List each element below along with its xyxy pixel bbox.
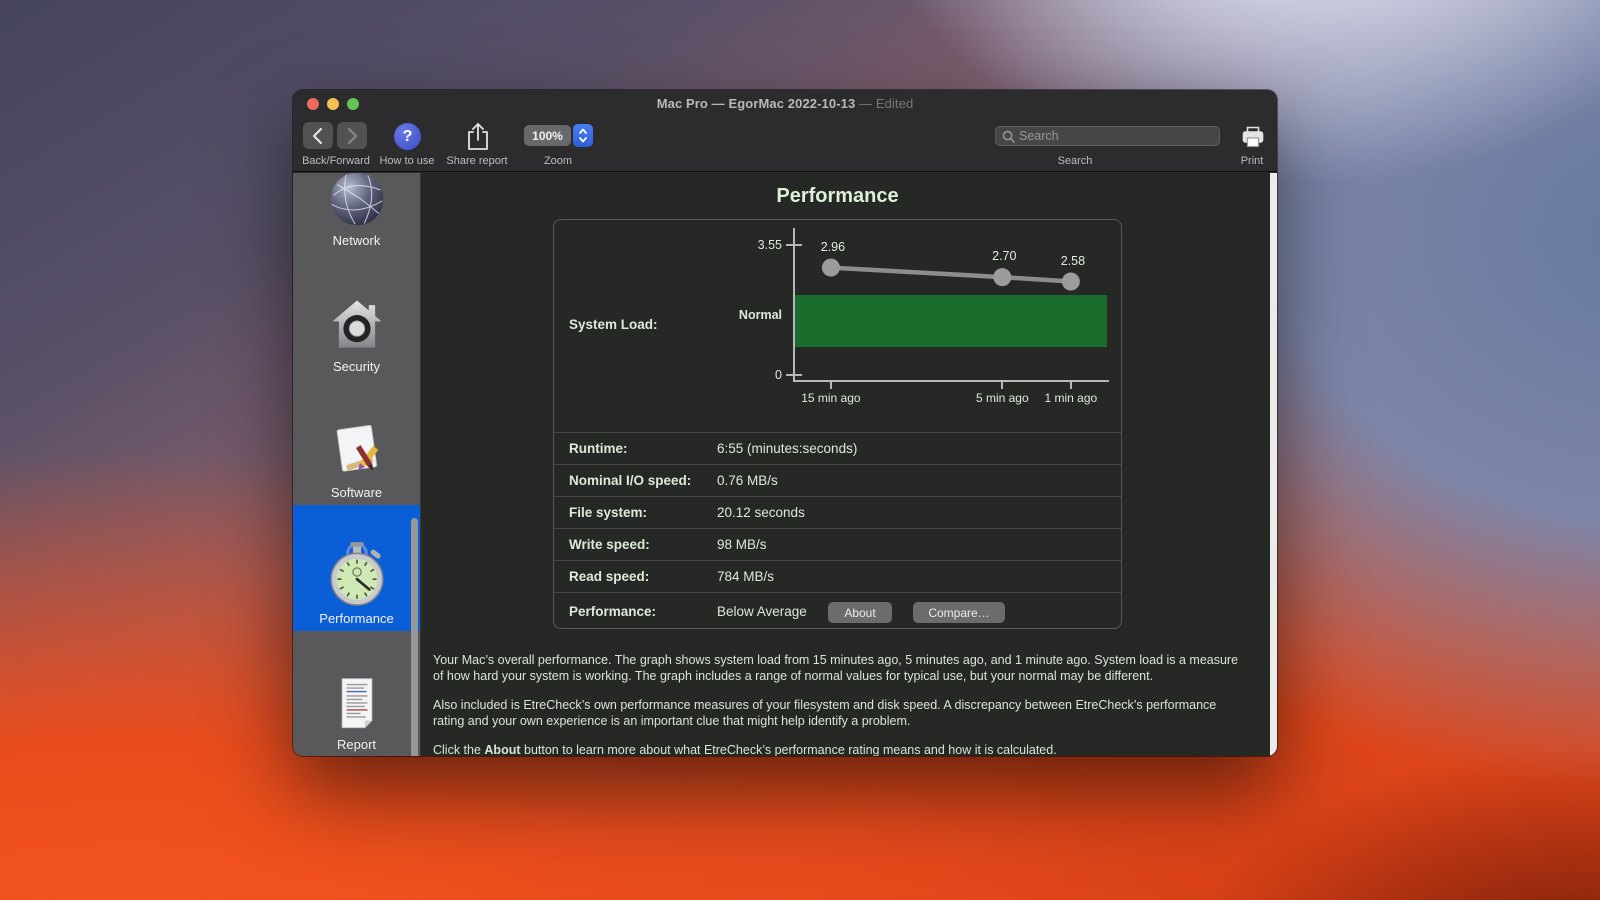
titlebar: Mac Pro — EgorMac 2022-10-13 — Edited — [293, 90, 1277, 118]
window-title: Mac Pro — EgorMac 2022-10-13 — Edited — [293, 96, 1277, 111]
window-content: Network Security — [293, 173, 1277, 756]
sidebar-item-label: Performance — [319, 611, 393, 626]
sidebar-item-label: Security — [333, 359, 380, 374]
sidebar-list: Network Security — [293, 173, 420, 756]
print-button[interactable] — [1239, 123, 1267, 150]
sidebar-item-software[interactable]: Software — [293, 379, 420, 505]
search-input[interactable] — [1019, 129, 1213, 143]
x-tick-label: 15 min ago — [791, 391, 871, 405]
main-content: Performance System Load: 3.55 Normal 0 — [421, 173, 1277, 756]
performance-rating-value: Below Average — [717, 604, 807, 619]
x-tick — [1070, 380, 1072, 389]
page-title: Performance — [553, 185, 1122, 208]
description-text: Your Mac’s overall performance. The grap… — [433, 652, 1245, 756]
paragraph-1: Your Mac’s overall performance. The grap… — [433, 652, 1245, 684]
row-value: 20.12 seconds — [717, 505, 805, 520]
zoom-label: Zoom — [528, 155, 588, 167]
row-label: Write speed: — [569, 537, 650, 552]
help-button[interactable]: ? — [394, 123, 421, 150]
row-value: 0.76 MB/s — [717, 473, 778, 488]
performance-panel: System Load: 3.55 Normal 0 2.96 2.70 2.5… — [553, 219, 1122, 629]
sidebar-item-label: Software — [331, 485, 382, 500]
software-icon — [328, 422, 386, 480]
row-label: Performance: — [569, 604, 656, 619]
network-icon — [328, 173, 386, 228]
table-row: File system: 20.12 seconds — [554, 496, 1121, 528]
point-value-label: 2.70 — [976, 249, 1032, 263]
zoom-value-field[interactable]: 100% — [524, 125, 571, 146]
table-row: Runtime: 6:55 (minutes:seconds) — [554, 432, 1121, 464]
forward-button[interactable] — [337, 122, 367, 149]
performance-stopwatch-icon — [324, 540, 390, 606]
row-value: 6:55 (minutes:seconds) — [717, 441, 857, 456]
sidebar-item-security[interactable]: Security — [293, 253, 420, 379]
row-value: 784 MB/s — [717, 569, 774, 584]
toolbar: Back/Forward ? How to use Share report 1… — [293, 118, 1277, 172]
sidebar-scrollbar[interactable] — [411, 518, 418, 756]
chevron-left-icon — [304, 122, 332, 150]
sidebar-item-label: Report — [337, 737, 376, 752]
security-icon — [328, 296, 386, 354]
row-label: Nominal I/O speed: — [569, 473, 691, 488]
printer-icon — [1240, 124, 1266, 150]
row-label: Runtime: — [569, 441, 628, 456]
point-value-label: 2.58 — [1045, 254, 1101, 268]
x-tick — [830, 380, 832, 389]
back-button[interactable] — [303, 122, 333, 149]
row-label: File system: — [569, 505, 647, 520]
print-label: Print — [1222, 155, 1277, 167]
sidebar-item-label: Network — [333, 233, 381, 248]
about-button[interactable]: About — [828, 602, 892, 623]
x-tick-label: 1 min ago — [1031, 391, 1111, 405]
share-report-button[interactable] — [463, 121, 493, 152]
report-document-icon — [329, 676, 385, 732]
table-row: Nominal I/O speed: 0.76 MB/s — [554, 464, 1121, 496]
row-label: Read speed: — [569, 569, 649, 584]
x-tick — [1001, 380, 1003, 389]
row-value: 98 MB/s — [717, 537, 767, 552]
stepper-chevrons-icon — [574, 125, 592, 146]
edited-suffix: — Edited — [855, 96, 913, 111]
table-row: Read speed: 784 MB/s — [554, 560, 1121, 592]
share-icon — [463, 121, 493, 152]
how-to-use-label: How to use — [367, 155, 447, 167]
sidebar-item-report[interactable]: Report — [293, 631, 420, 756]
chevron-right-icon — [338, 122, 366, 150]
back-forward-label: Back/Forward — [295, 155, 377, 167]
paragraph-3: Click the About button to learn more abo… — [433, 742, 1245, 756]
system-load-chart: System Load: 3.55 Normal 0 2.96 2.70 2.5… — [554, 220, 1121, 432]
sidebar: Network Security — [293, 173, 421, 756]
sidebar-item-performance[interactable]: Performance — [293, 505, 420, 631]
question-mark-icon: ? — [403, 128, 413, 146]
compare-button[interactable]: Compare… — [913, 602, 1005, 623]
search-label: Search — [1035, 155, 1115, 167]
sidebar-item-network[interactable]: Network — [293, 173, 420, 253]
point-value-label: 2.96 — [805, 240, 861, 254]
table-row: Write speed: 98 MB/s — [554, 528, 1121, 560]
search-field[interactable] — [995, 126, 1220, 146]
main-scrollbar-track[interactable] — [1270, 173, 1277, 756]
paragraph-2: Also included is EtreCheck’s own perform… — [433, 697, 1245, 729]
app-window: Mac Pro — EgorMac 2022-10-13 — Edited Ba… — [293, 90, 1277, 756]
share-report-label: Share report — [437, 155, 517, 167]
search-icon — [1002, 130, 1015, 143]
performance-rating-row: Performance: Below Average About Compare… — [554, 592, 1121, 630]
zoom-stepper[interactable] — [573, 124, 593, 147]
